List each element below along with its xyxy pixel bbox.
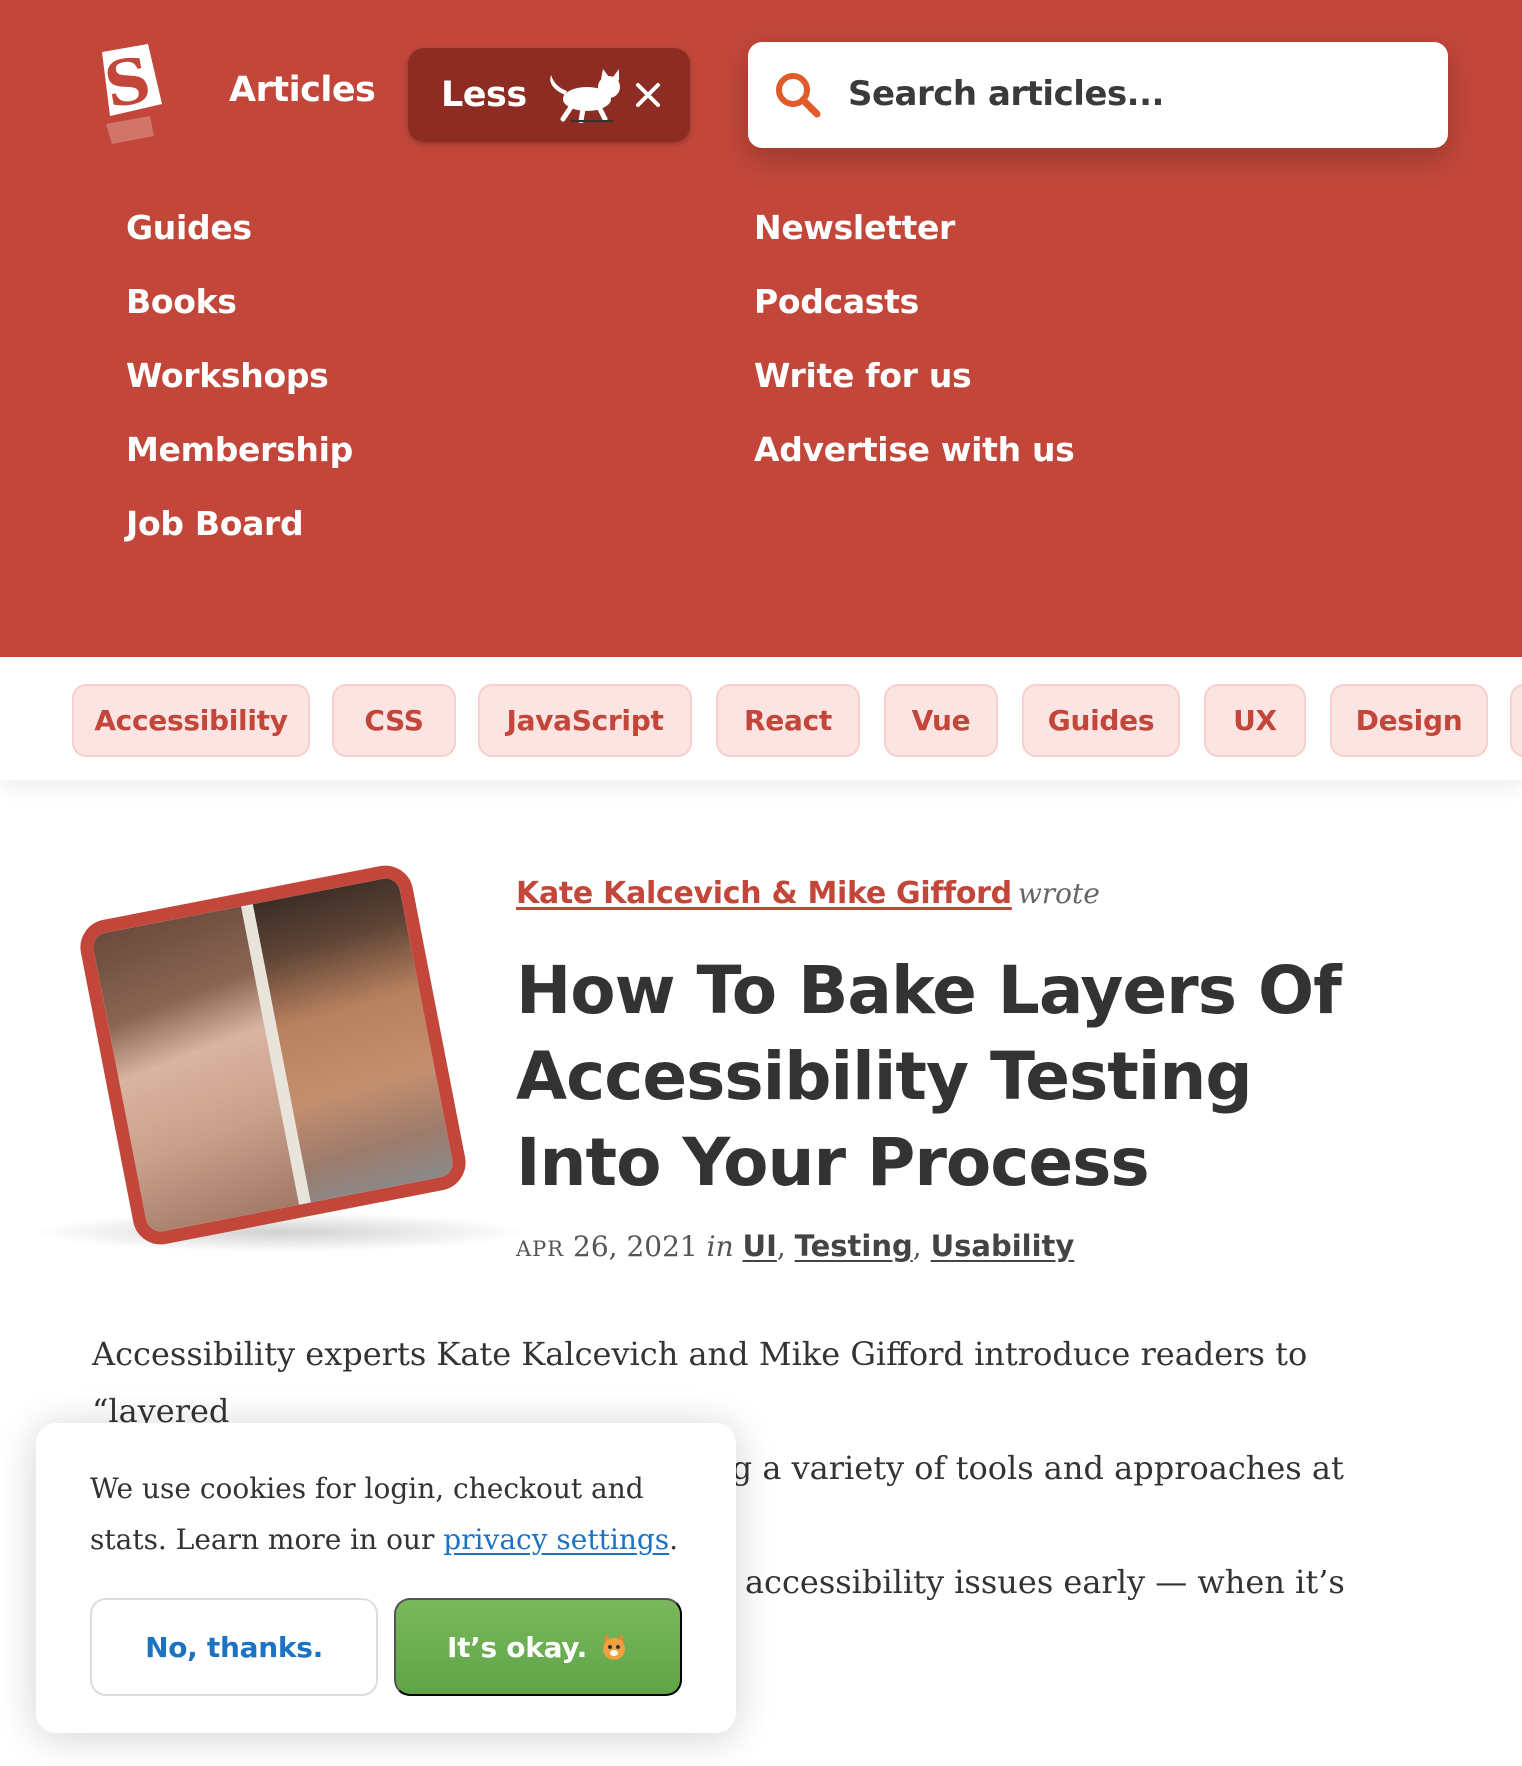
nav-item-podcasts[interactable]: Podcasts	[754, 282, 919, 321]
nav-item-membership[interactable]: Membership	[126, 430, 353, 469]
search-icon[interactable]	[772, 69, 824, 121]
tag-react[interactable]: React	[716, 684, 860, 757]
article-meta: APR 26, 2021 in UI, Testing, Usability	[516, 1229, 1075, 1263]
less-label: Less	[441, 75, 527, 115]
category-ui[interactable]: UI	[743, 1229, 777, 1263]
date-rest: 26, 2021	[573, 1230, 698, 1263]
article-title: How To Bake Layers Of Accessibility Test…	[516, 952, 1342, 1201]
nav-item-books[interactable]: Books	[126, 282, 237, 321]
category-testing[interactable]: Testing	[795, 1229, 913, 1263]
author-photo	[75, 860, 471, 1250]
nav-item-workshops[interactable]: Workshops	[126, 356, 329, 395]
articles-link[interactable]: Articles	[229, 70, 376, 110]
search-input[interactable]	[848, 64, 1408, 124]
cookie-text-end: .	[669, 1523, 679, 1556]
topic-tag-bar: Accessibility CSS JavaScript React Vue G…	[0, 657, 1522, 780]
category-usability[interactable]: Usability	[931, 1229, 1075, 1263]
tag-javascript[interactable]: JavaScript	[478, 684, 692, 757]
smashing-logo[interactable]: S	[84, 44, 174, 164]
byline: Kate Kalcevich & Mike Gifford wrote	[516, 876, 1100, 911]
close-icon[interactable]	[628, 75, 668, 115]
cookie-banner: We use cookies for login, checkout and s…	[36, 1423, 736, 1733]
date-month: APR	[516, 1237, 565, 1261]
tag-guides[interactable]: Guides	[1022, 684, 1180, 757]
tag-accessibility[interactable]: Accessibility	[72, 684, 310, 757]
accept-cookies-button[interactable]: It’s okay.	[394, 1598, 682, 1696]
cookie-text: We use cookies for login, checkout and s…	[90, 1463, 690, 1565]
meta-in: in	[706, 1230, 734, 1263]
nav-menu-right: Newsletter Podcasts Write for us Adverti…	[754, 208, 1075, 504]
nav-menu-left: Guides Books Workshops Membership Job Bo…	[126, 208, 353, 578]
tag-css[interactable]: CSS	[332, 684, 456, 757]
byline-wrote: wrote	[1017, 877, 1100, 910]
nav-item-guides[interactable]: Guides	[126, 208, 252, 247]
nav-item-newsletter[interactable]: Newsletter	[754, 208, 955, 247]
tag-ux[interactable]: UX	[1204, 684, 1306, 757]
decline-cookies-button[interactable]: No, thanks.	[90, 1598, 378, 1696]
nav-item-job-board[interactable]: Job Board	[126, 504, 304, 543]
site-header: S Articles Less Guides Books Workshops M…	[0, 0, 1522, 657]
search-box	[748, 42, 1448, 148]
tag-vue[interactable]: Vue	[884, 684, 998, 757]
cat-face-icon	[603, 1634, 626, 1660]
tag-design[interactable]: Design	[1330, 684, 1488, 757]
cat-icon	[549, 69, 620, 123]
accept-label: It’s okay.	[446, 1630, 588, 1664]
privacy-settings-link[interactable]: privacy settings	[443, 1523, 669, 1556]
author-link[interactable]: Kate Kalcevich & Mike Gifford	[516, 876, 1012, 911]
nav-item-advertise[interactable]: Advertise with us	[754, 430, 1075, 469]
tag-more-partial[interactable]	[1510, 684, 1522, 757]
nav-item-write-for-us[interactable]: Write for us	[754, 356, 972, 395]
less-menu-button[interactable]: Less	[408, 48, 690, 142]
